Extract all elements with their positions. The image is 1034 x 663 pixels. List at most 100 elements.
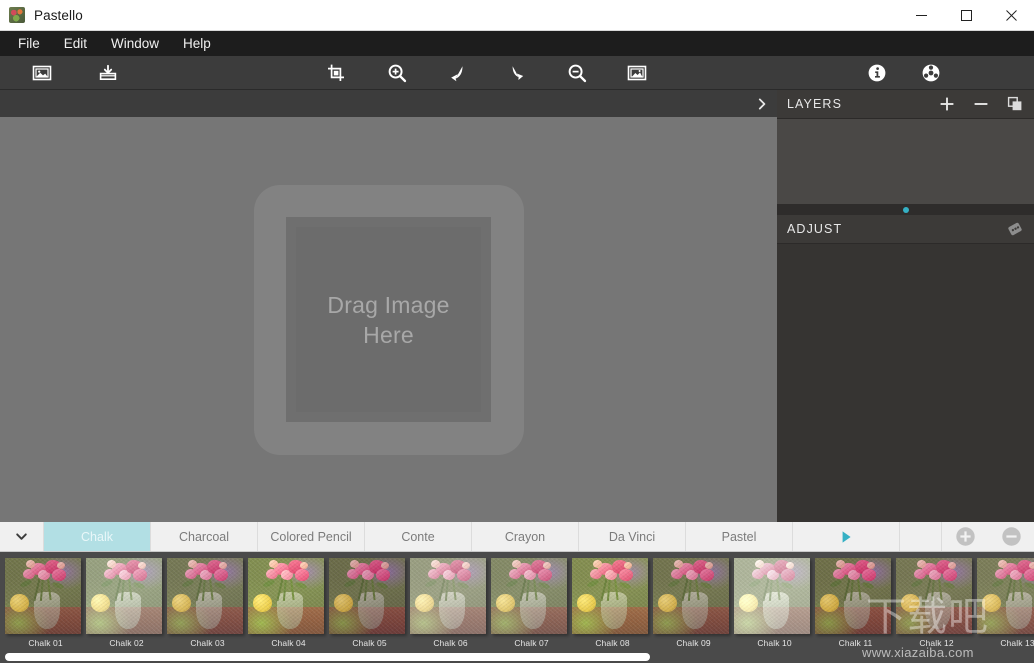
thumbnail-item[interactable]: Chalk 10: [734, 558, 815, 648]
remove-layer-icon[interactable]: [972, 95, 990, 113]
hscrollbar-thumb[interactable]: [5, 653, 650, 661]
thumbnail-item[interactable]: Chalk 13: [977, 558, 1034, 648]
thumbnail-preview[interactable]: [248, 558, 324, 634]
thumbnail-preview[interactable]: [167, 558, 243, 634]
tab-conte[interactable]: Conte: [365, 522, 472, 551]
splitter-handle-dot: [902, 206, 909, 213]
main-toolbar: [0, 56, 1034, 90]
thumbnail-preview[interactable]: [896, 558, 972, 634]
thumbnail-label: Chalk 01: [28, 638, 63, 648]
thumbnail-label: Chalk 11: [838, 638, 873, 648]
settings-icon[interactable]: [917, 59, 945, 87]
tab-chalk[interactable]: Chalk: [44, 522, 151, 551]
thumbnail-preview[interactable]: [977, 558, 1034, 634]
canvas-area: Drag Image Here: [0, 90, 777, 522]
adjust-panel-actions: [1006, 220, 1024, 238]
thumbnail-preview[interactable]: [5, 558, 81, 634]
menu-help[interactable]: Help: [171, 31, 223, 56]
dropzone-text: Drag Image Here: [327, 290, 449, 350]
panel-splitter[interactable]: [777, 204, 1034, 215]
thumbnail-item[interactable]: Chalk 06: [410, 558, 491, 648]
right-panel: LAYERS ADJUST: [777, 90, 1034, 522]
undo-icon[interactable]: [443, 59, 471, 87]
style-tab-bar: Chalk Charcoal Colored Pencil Conte Cray…: [0, 522, 1034, 552]
adjust-panel-title: ADJUST: [787, 222, 843, 236]
thumbnail-label: Chalk 03: [190, 638, 225, 648]
thumbnail-item[interactable]: Chalk 04: [248, 558, 329, 648]
thumbnail-preview[interactable]: [734, 558, 810, 634]
menu-bar: File Edit Window Help: [0, 31, 1034, 56]
chevron-down-icon[interactable]: [0, 522, 44, 551]
dropzone-frame: Drag Image Here: [286, 217, 491, 422]
thumbnail-item[interactable]: Chalk 12: [896, 558, 977, 648]
add-circle-icon[interactable]: [942, 522, 988, 551]
chevron-right-icon[interactable]: [747, 90, 777, 117]
title-bar: Pastello: [0, 0, 1034, 31]
thumbnail-preview[interactable]: [572, 558, 648, 634]
thumbnail-item[interactable]: Chalk 11: [815, 558, 896, 648]
save-image-icon[interactable]: [94, 59, 122, 87]
zoom-out-icon[interactable]: [563, 59, 591, 87]
open-image-icon[interactable]: [28, 59, 56, 87]
thumbnail-label: Chalk 13: [1000, 638, 1034, 648]
tab-colored-pencil[interactable]: Colored Pencil: [258, 522, 365, 551]
maximize-button[interactable]: [944, 0, 989, 31]
thumbnail-label: Chalk 09: [676, 638, 711, 648]
tab-crayon[interactable]: Crayon: [472, 522, 579, 551]
dropzone-line1: Drag Image: [327, 291, 450, 318]
thumbnail-item[interactable]: Chalk 01: [5, 558, 86, 648]
thumbnail-preview[interactable]: [86, 558, 162, 634]
thumbnail-label: Chalk 08: [595, 638, 630, 648]
app-logo-icon: [9, 7, 25, 23]
tab-bar-spacer: [900, 522, 942, 551]
thumbnail-label: Chalk 07: [514, 638, 549, 648]
redo-icon[interactable]: [503, 59, 531, 87]
thumbnail-item[interactable]: Chalk 02: [86, 558, 167, 648]
layers-list[interactable]: [777, 119, 1034, 204]
close-button[interactable]: [989, 0, 1034, 31]
thumbnail-item[interactable]: Chalk 05: [329, 558, 410, 648]
thumbnail-preview[interactable]: [815, 558, 891, 634]
thumbnail-preview[interactable]: [491, 558, 567, 634]
menu-window[interactable]: Window: [99, 31, 171, 56]
image-dropzone[interactable]: Drag Image Here: [253, 184, 524, 455]
thumbnail-item[interactable]: Chalk 03: [167, 558, 248, 648]
dropzone-line2: Here: [363, 321, 414, 348]
thumbnail-label: Chalk 10: [757, 638, 792, 648]
thumbnail-label: Chalk 05: [352, 638, 387, 648]
tab-da-vinci[interactable]: Da Vinci: [579, 522, 686, 551]
thumbnail-label: Chalk 12: [919, 638, 954, 648]
zoom-in-icon[interactable]: [383, 59, 411, 87]
thumbnail-label: Chalk 04: [271, 638, 306, 648]
thumbnail-label: Chalk 06: [433, 638, 468, 648]
adjust-controls-area[interactable]: [777, 244, 1034, 522]
thumbnail-item[interactable]: Chalk 08: [572, 558, 653, 648]
menu-file[interactable]: File: [6, 31, 52, 56]
adjust-panel-header: ADJUST: [777, 215, 1034, 244]
remove-circle-icon[interactable]: [988, 522, 1034, 551]
canvas-viewport[interactable]: Drag Image Here: [0, 117, 777, 522]
info-icon[interactable]: [863, 59, 891, 87]
thumbnail-preview[interactable]: [329, 558, 405, 634]
adjust-presets-icon[interactable]: [1006, 220, 1024, 238]
thumbnail-preview[interactable]: [410, 558, 486, 634]
play-icon[interactable]: [793, 522, 900, 551]
thumbnail-preview[interactable]: [653, 558, 729, 634]
preset-thumbnail-strip[interactable]: Chalk 01 Chalk 02 Chalk 03 Chalk 04 Chalk 05…: [0, 552, 1034, 650]
tab-pastel[interactable]: Pastel: [686, 522, 793, 551]
application-window: Pastello File Edit Window Help Drag Imag…: [0, 0, 1034, 663]
thumbnail-item[interactable]: Chalk 07: [491, 558, 572, 648]
thumbnail-item[interactable]: Chalk 09: [653, 558, 734, 648]
layers-panel-actions: [938, 95, 1024, 113]
add-layer-icon[interactable]: [938, 95, 956, 113]
layers-panel-title: LAYERS: [787, 97, 843, 111]
crop-icon[interactable]: [322, 59, 350, 87]
duplicate-layer-icon[interactable]: [1006, 95, 1024, 113]
window-controls: [899, 0, 1034, 31]
menu-edit[interactable]: Edit: [52, 31, 99, 56]
tab-charcoal[interactable]: Charcoal: [151, 522, 258, 551]
fit-to-screen-icon[interactable]: [623, 59, 651, 87]
minimize-button[interactable]: [899, 0, 944, 31]
thumbnail-hscrollbar[interactable]: [0, 650, 1034, 663]
thumbnail-row: Chalk 01 Chalk 02 Chalk 03 Chalk 04 Chalk 05…: [0, 552, 1034, 648]
